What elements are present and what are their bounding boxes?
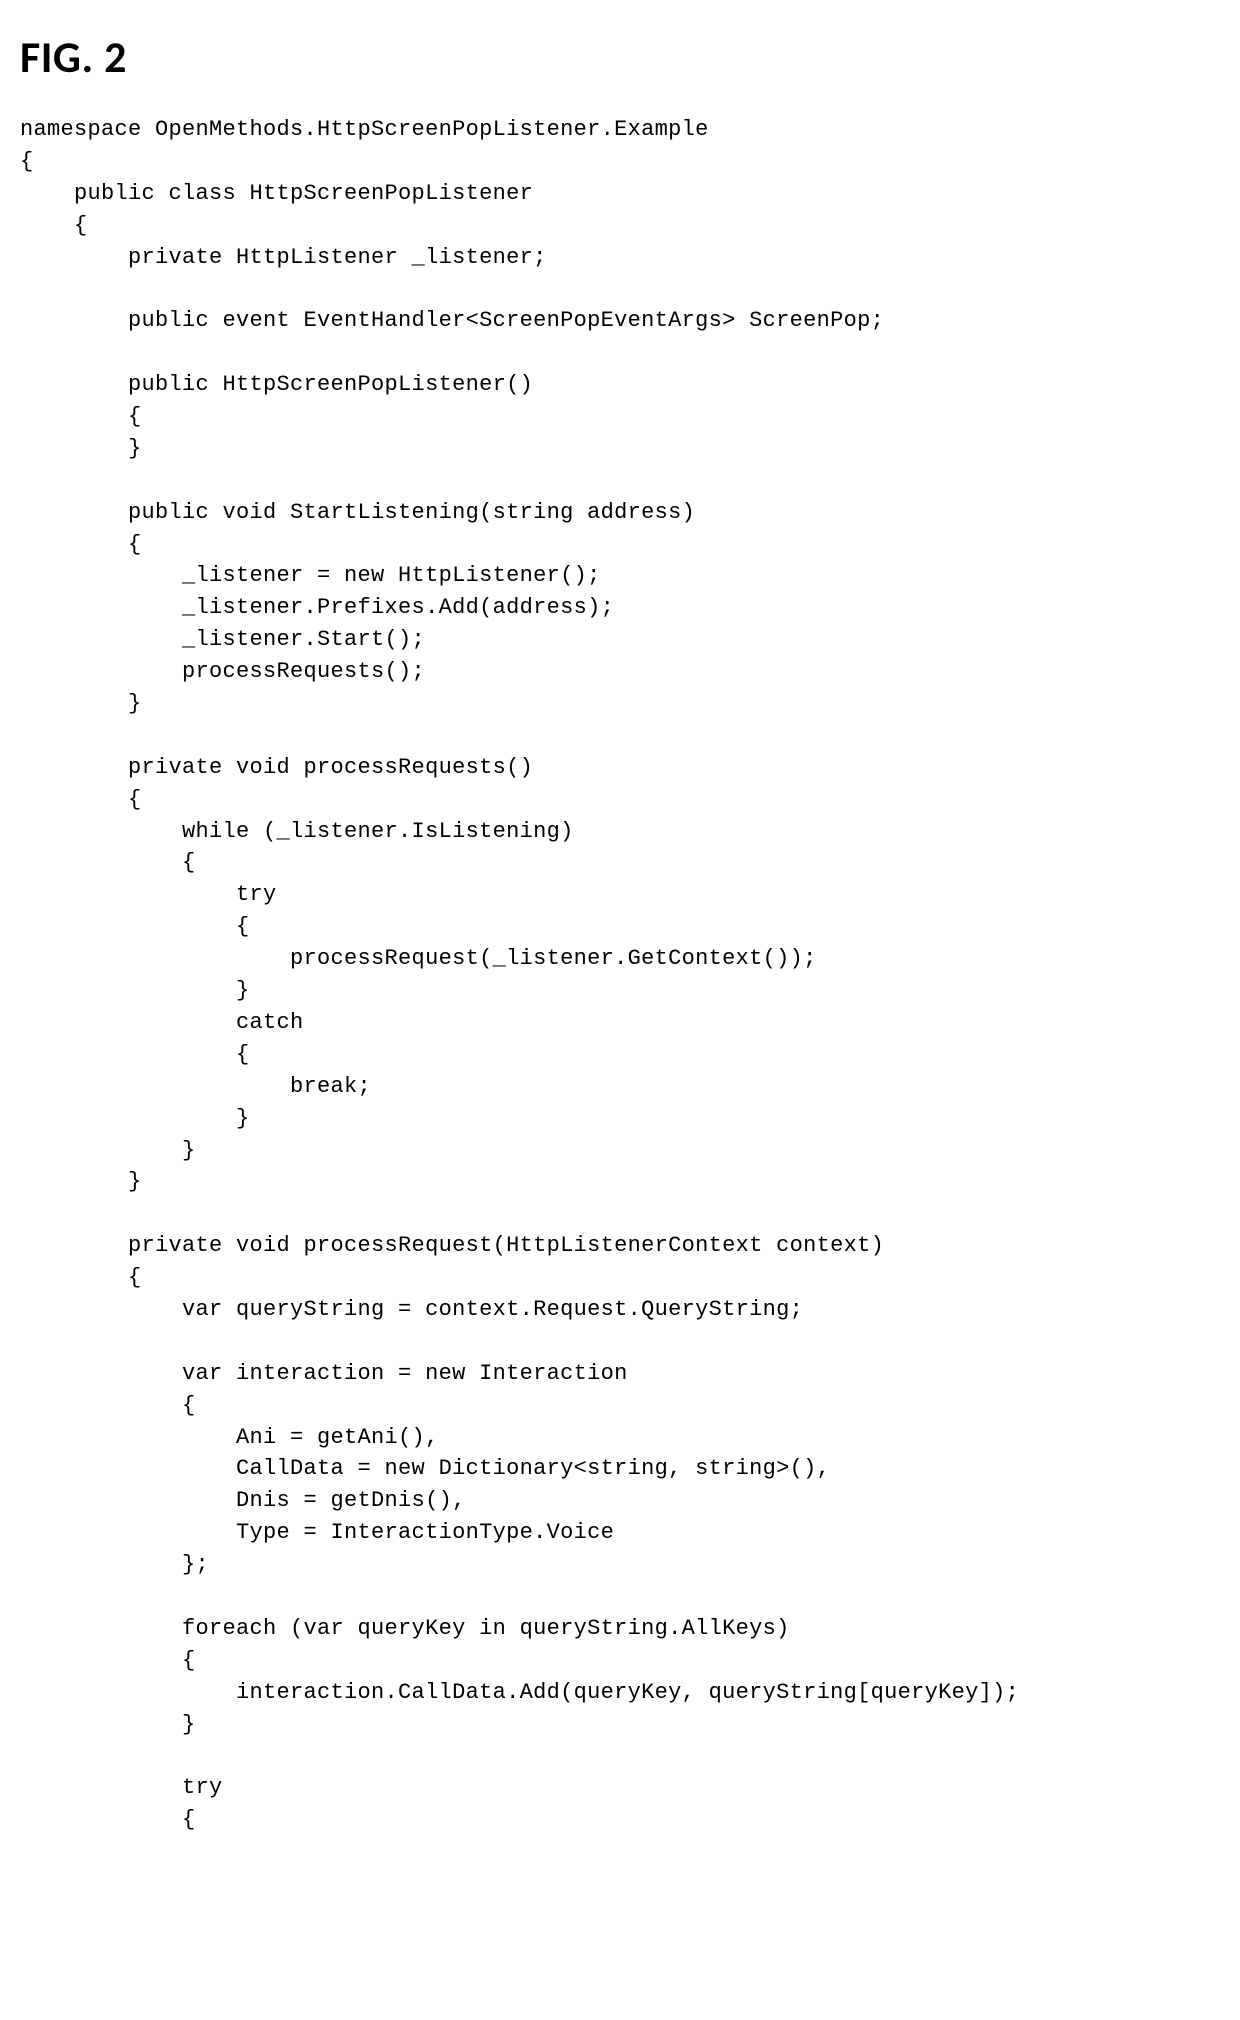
- code-block: namespace OpenMethods.HttpScreenPopListe…: [20, 114, 1220, 1836]
- figure-title: FIG. 2: [20, 30, 1220, 84]
